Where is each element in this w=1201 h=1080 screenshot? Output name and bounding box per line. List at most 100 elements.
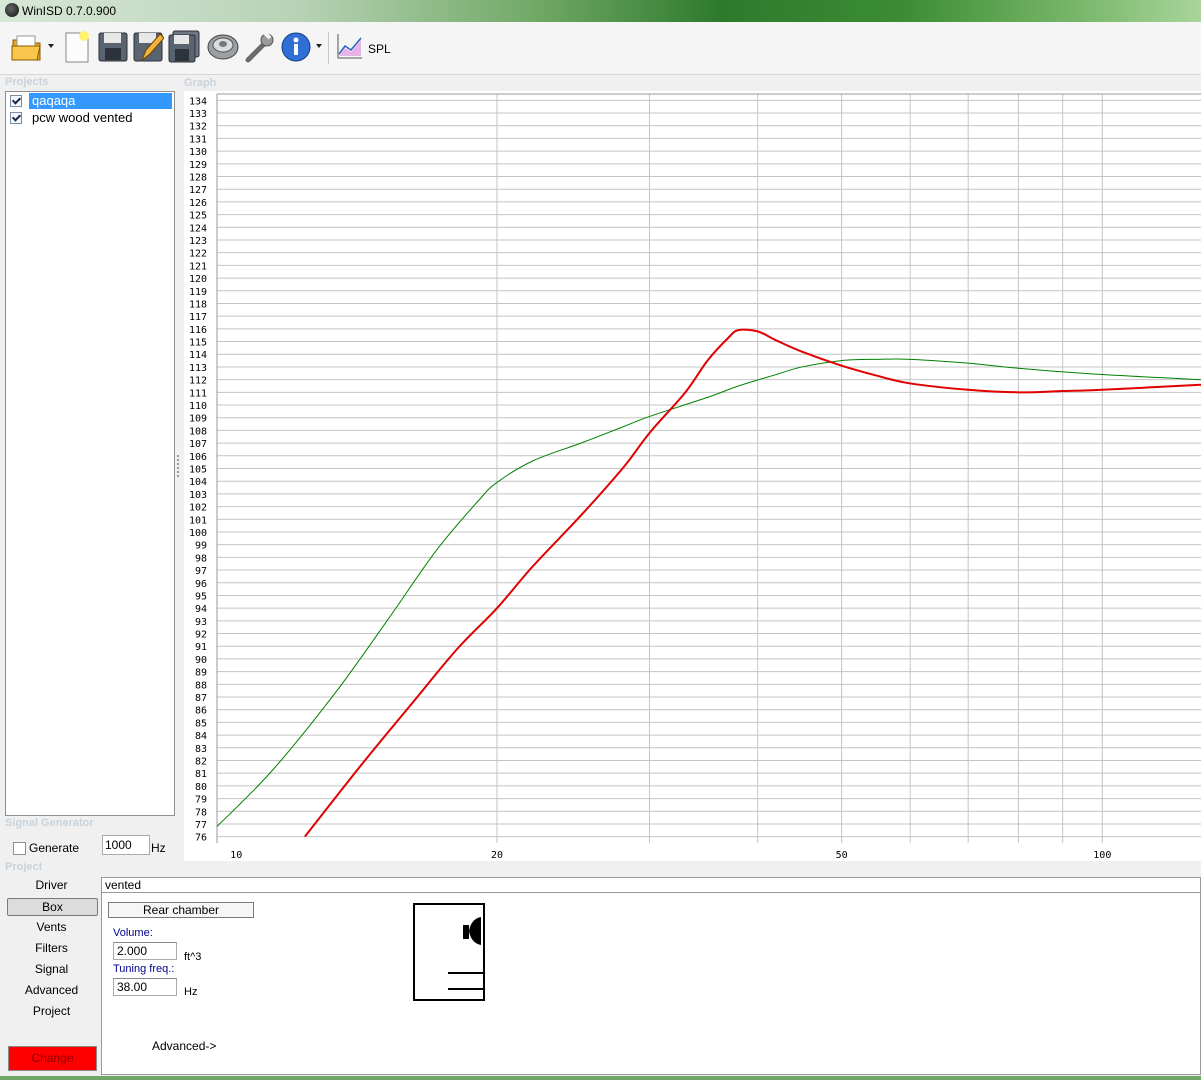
x-tick-label: 50 bbox=[836, 850, 848, 861]
open-dropdown-arrow[interactable] bbox=[48, 44, 54, 48]
project-checkbox[interactable] bbox=[10, 95, 22, 107]
box-type-name-input[interactable] bbox=[101, 877, 1201, 893]
x-tick-label: 10 bbox=[230, 850, 242, 861]
project-label[interactable]: pcw wood vented bbox=[29, 110, 135, 126]
y-tick-label: 124 bbox=[189, 223, 207, 234]
y-tick-label: 88 bbox=[195, 680, 207, 691]
y-tick-label: 118 bbox=[189, 299, 207, 310]
nav-signal[interactable]: Signal bbox=[7, 961, 96, 978]
driver-button[interactable] bbox=[206, 30, 240, 64]
y-tick-label: 103 bbox=[189, 490, 207, 501]
title-bar: WinISD 0.7.0.900 bbox=[0, 0, 1201, 22]
y-tick-label: 108 bbox=[189, 426, 207, 437]
y-tick-label: 95 bbox=[195, 591, 207, 602]
y-tick-label: 119 bbox=[189, 287, 207, 298]
open-button[interactable] bbox=[10, 30, 44, 64]
y-tick-label: 133 bbox=[189, 109, 207, 120]
nav-project[interactable]: Project bbox=[7, 1003, 96, 1020]
y-tick-label: 80 bbox=[195, 782, 207, 793]
y-tick-label: 132 bbox=[189, 122, 207, 133]
y-tick-label: 112 bbox=[189, 376, 207, 387]
y-tick-label: 107 bbox=[189, 439, 207, 450]
box-diagram bbox=[413, 903, 485, 1001]
project-checkbox[interactable] bbox=[10, 112, 22, 124]
y-tick-label: 130 bbox=[189, 147, 207, 158]
vented-box-diagram-icon bbox=[448, 917, 483, 990]
toolbar: SPL bbox=[0, 22, 1201, 75]
app-icon bbox=[5, 3, 19, 17]
project-label[interactable]: qaqaqa bbox=[29, 93, 172, 109]
generator-frequency-input[interactable] bbox=[102, 835, 150, 855]
volume-unit: ft^3 bbox=[184, 951, 202, 963]
y-tick-label: 131 bbox=[189, 134, 207, 145]
y-tick-label: 122 bbox=[189, 249, 207, 260]
spl-graph-plot: 7677787980818283848586878889909192939495… bbox=[189, 93, 1201, 861]
y-tick-label: 94 bbox=[195, 604, 207, 615]
x-tick-label: 20 bbox=[491, 850, 503, 861]
nav-driver[interactable]: Driver bbox=[7, 877, 96, 894]
y-tick-label: 89 bbox=[195, 668, 207, 679]
spl-graph-button[interactable] bbox=[335, 30, 365, 64]
spl-graph-icon bbox=[337, 34, 362, 59]
nav-vents[interactable]: Vents bbox=[7, 919, 96, 936]
spl-label[interactable]: SPL bbox=[368, 42, 391, 56]
y-tick-label: 82 bbox=[195, 756, 207, 767]
box-settings-panel bbox=[101, 893, 1201, 1075]
y-tick-label: 102 bbox=[189, 503, 207, 514]
spl-graph[interactable]: 76 77 78 79 80 81 82 83 84 85 86 87 88 89 90 91 92 93 94 95… bbox=[184, 91, 1201, 861]
save-as-icon bbox=[133, 32, 165, 62]
y-tick-label: 127 bbox=[189, 185, 207, 196]
info-icon bbox=[281, 32, 311, 62]
info-dropdown-arrow[interactable] bbox=[316, 44, 322, 48]
project-row[interactable]: pcw wood vented bbox=[6, 110, 174, 126]
y-tick-label: 79 bbox=[195, 795, 207, 806]
save-icon bbox=[98, 32, 128, 62]
generate-checkbox[interactable] bbox=[13, 842, 26, 855]
y-tick-label: 125 bbox=[189, 211, 207, 222]
generate-label[interactable]: Generate bbox=[29, 841, 79, 855]
driver-speaker-icon bbox=[207, 34, 239, 60]
y-tick-label: 116 bbox=[189, 325, 207, 336]
info-button[interactable] bbox=[280, 30, 312, 64]
advanced-link[interactable]: Advanced-> bbox=[152, 1039, 216, 1053]
y-tick-label: 120 bbox=[189, 274, 207, 285]
y-tick-label: 85 bbox=[195, 718, 207, 729]
save-button[interactable] bbox=[97, 30, 129, 64]
nav-box[interactable]: Box bbox=[7, 898, 98, 916]
y-tick-label: 78 bbox=[195, 807, 207, 818]
toolbar-separator bbox=[328, 32, 329, 64]
y-tick-label: 109 bbox=[189, 414, 207, 425]
tuning-freq-input[interactable] bbox=[113, 978, 177, 996]
settings-button[interactable] bbox=[244, 30, 276, 64]
project-row[interactable]: qaqaqa bbox=[6, 93, 174, 109]
save-all-button[interactable] bbox=[167, 30, 201, 64]
new-button[interactable] bbox=[62, 30, 92, 64]
save-as-button[interactable] bbox=[132, 30, 165, 64]
new-document-icon bbox=[65, 31, 89, 63]
graph-caption: Graph bbox=[184, 77, 217, 89]
nav-filters[interactable]: Filters bbox=[7, 940, 96, 957]
y-tick-label: 111 bbox=[189, 388, 207, 399]
y-tick-label: 123 bbox=[189, 236, 207, 247]
y-tick-label: 101 bbox=[189, 515, 207, 526]
y-tick-label: 129 bbox=[189, 160, 207, 171]
y-tick-label: 86 bbox=[195, 706, 207, 717]
nav-advanced[interactable]: Advanced bbox=[7, 982, 96, 999]
y-tick-label: 117 bbox=[189, 312, 207, 323]
y-tick-label: 104 bbox=[189, 477, 207, 488]
project-caption: Project bbox=[5, 861, 43, 873]
rear-chamber-button[interactable]: Rear chamber bbox=[108, 902, 254, 918]
y-tick-label: 114 bbox=[189, 350, 207, 361]
tuning-freq-label: Tuning freq.: bbox=[113, 963, 175, 975]
y-tick-label: 84 bbox=[195, 731, 207, 742]
y-tick-label: 126 bbox=[189, 198, 207, 209]
y-tick-label: 96 bbox=[195, 579, 207, 590]
generator-unit-label: Hz bbox=[151, 841, 166, 855]
open-folder-icon bbox=[11, 35, 41, 61]
panel-splitter-handle[interactable] bbox=[177, 455, 179, 477]
change-button[interactable]: Change bbox=[8, 1046, 97, 1071]
y-tick-label: 99 bbox=[195, 541, 207, 552]
projects-list[interactable]: qaqaqa pcw wood vented bbox=[5, 91, 175, 816]
volume-input[interactable] bbox=[113, 942, 177, 960]
y-tick-label: 90 bbox=[195, 655, 207, 666]
